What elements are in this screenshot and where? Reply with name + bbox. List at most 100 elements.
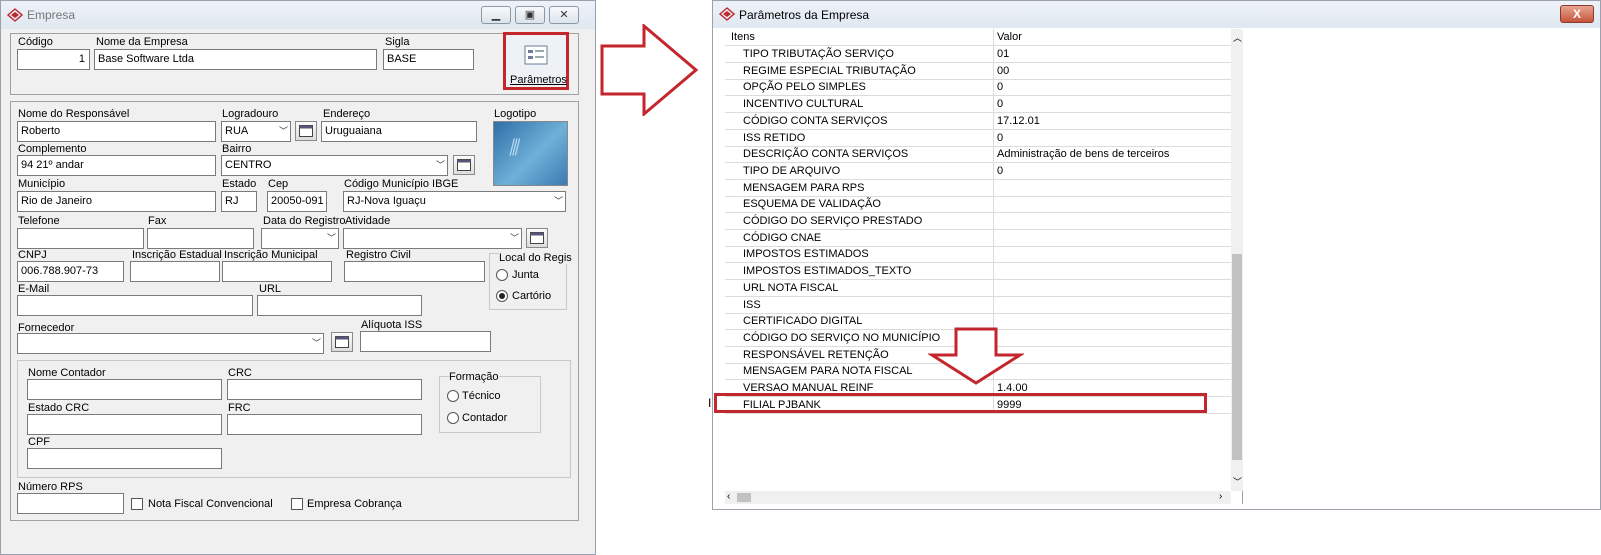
frc-field[interactable] <box>227 414 422 435</box>
contador-radio[interactable] <box>447 412 459 424</box>
row-value[interactable]: 0 <box>997 130 1229 146</box>
crc-field[interactable] <box>227 379 422 400</box>
logradouro-select[interactable]: RUA ﹀ <box>221 121 291 142</box>
cnpj-field[interactable]: 006.788.907-73 <box>17 261 124 282</box>
aliquota-iss-field[interactable] <box>360 331 491 352</box>
nome-empresa-field[interactable]: Base Software Ltda <box>94 49 377 70</box>
chevron-up-icon[interactable]: ︿ <box>1233 31 1242 44</box>
table-row[interactable]: MENSAGEM PARA RPS <box>725 179 1231 197</box>
table-row[interactable]: REGIME ESPECIAL TRIBUTAÇÃO 00 <box>725 62 1231 80</box>
row-item: MENSAGEM PARA RPS <box>743 181 865 194</box>
fornecedor-lookup-button[interactable] <box>331 332 353 352</box>
row-value[interactable]: Administração de bens de terceiros <box>997 146 1229 162</box>
data-registro-label: Data do Registro <box>263 215 346 227</box>
bairro-lookup-button[interactable] <box>453 155 475 175</box>
table-row[interactable]: ISS <box>725 296 1231 314</box>
close-icon: ✕ <box>559 9 569 21</box>
complemento-label: Complemento <box>18 143 87 155</box>
chevron-right-icon[interactable]: › <box>1219 491 1222 502</box>
registro-civil-label: Registro Civil <box>346 249 411 261</box>
inscricao-municipal-field[interactable] <box>222 261 332 282</box>
nome-contador-field[interactable] <box>27 379 222 400</box>
cep-label: Cep <box>268 178 289 190</box>
cartorio-radio[interactable] <box>496 290 508 302</box>
row-value[interactable]: 17.12.01 <box>997 113 1229 129</box>
empresa-cobranca-checkbox[interactable] <box>291 498 303 510</box>
fax-field[interactable] <box>147 228 254 249</box>
estado-crc-field[interactable] <box>27 414 222 435</box>
logradouro-value: RUA <box>225 125 249 137</box>
table-row[interactable]: CÓDIGO CONTA SERVIÇOS 17.12.01 <box>725 112 1231 130</box>
url-field[interactable] <box>257 295 422 316</box>
table-row[interactable]: CÓDIGO DO SERVIÇO PRESTADO <box>725 213 1231 230</box>
fornecedor-select[interactable]: ﹀ <box>17 333 324 354</box>
grid-header: Itens Valor <box>725 29 1231 46</box>
table-row[interactable]: DESCRIÇÃO CONTA SERVIÇOS Administração de… <box>725 146 1231 164</box>
atividade-select[interactable]: ﹀ <box>343 228 522 249</box>
col-separator <box>993 29 994 45</box>
nome-empresa-label: Nome da Empresa <box>96 36 188 48</box>
municipio-field[interactable]: Rio de Janeiro <box>17 191 216 212</box>
cpf-label: CPF <box>28 436 50 448</box>
numero-rps-field[interactable] <box>17 493 124 514</box>
table-row[interactable]: ISS RETIDO 0 <box>725 129 1231 147</box>
responsavel-field[interactable]: Roberto <box>17 121 216 142</box>
junta-radio[interactable] <box>496 269 508 281</box>
logo-mark: ⦀ <box>508 136 518 161</box>
telefone-field[interactable] <box>17 228 144 249</box>
app-logo-icon <box>719 7 735 21</box>
row-value[interactable]: 01 <box>997 46 1229 62</box>
row-value[interactable]: 00 <box>997 63 1229 79</box>
row-item: IMPOSTOS ESTIMADOS <box>743 248 869 261</box>
logradouro-lookup-button[interactable] <box>295 121 317 141</box>
horizontal-scroll-thumb[interactable] <box>737 493 751 502</box>
estado-field[interactable]: RJ <box>221 191 257 212</box>
window-title: Empresa <box>27 8 76 22</box>
row-value[interactable]: 0 <box>997 163 1229 179</box>
cep-field[interactable]: 20050-091 <box>267 191 327 212</box>
complemento-field[interactable]: 94 21º andar <box>17 155 216 176</box>
atividade-lookup-button[interactable] <box>526 228 548 248</box>
minimize-button[interactable]: ▁ <box>481 6 511 24</box>
sigla-label: Sigla <box>385 36 410 48</box>
codigo-label: Código <box>18 36 53 48</box>
table-row[interactable]: URL NOTA FISCAL <box>725 279 1231 297</box>
tecnico-radio[interactable] <box>447 390 459 402</box>
nota-fiscal-checkbox[interactable] <box>131 498 143 510</box>
endereco-field[interactable]: Uruguaiana <box>321 121 477 142</box>
table-row[interactable]: TIPO DE ARQUIVO 0 <box>725 162 1231 180</box>
table-row[interactable]: CÓDIGO CNAE <box>725 229 1231 247</box>
atividade-label: Atividade <box>345 215 391 227</box>
data-registro-field[interactable]: ﹀ <box>261 228 339 249</box>
close-button[interactable]: ✕ <box>549 6 579 24</box>
chevron-left-icon[interactable]: ‹ <box>727 491 730 502</box>
row-value[interactable]: 0 <box>997 96 1229 112</box>
parametros-button[interactable]: Parâmetros <box>503 32 569 90</box>
chevron-down-icon[interactable]: ﹀ <box>1233 475 1242 488</box>
close-button[interactable]: X <box>1560 5 1594 23</box>
lookup-icon <box>335 336 349 348</box>
horizontal-scrollbar[interactable]: ‹ › <box>725 491 1231 504</box>
bairro-select[interactable]: CENTRO ﹀ <box>221 155 448 176</box>
table-row[interactable]: OPÇÃO PELO SIMPLES 0 <box>725 79 1231 97</box>
table-row[interactable]: IMPOSTOS ESTIMADOS <box>725 246 1231 264</box>
table-row[interactable]: IMPOSTOS ESTIMADOS_TEXTO <box>725 263 1231 281</box>
col-separator <box>993 246 994 263</box>
vertical-scrollbar[interactable]: ︿ ﹀ <box>1231 29 1243 491</box>
table-row[interactable]: TIPO TRIBUTAÇÃO SERVIÇO 01 <box>725 46 1231 63</box>
inscricao-estadual-label: Inscrição Estadual <box>132 249 222 261</box>
table-row[interactable]: INCENTIVO CULTURAL 0 <box>725 96 1231 114</box>
email-label: E-Mail <box>18 283 50 295</box>
cpf-field[interactable] <box>27 448 222 469</box>
row-value[interactable]: 0 <box>997 79 1229 95</box>
codigo-field[interactable]: 1 <box>17 49 90 70</box>
sigla-field[interactable]: BASE <box>383 49 474 70</box>
logotipo-image[interactable]: ⦀ <box>493 121 568 186</box>
email-field[interactable] <box>17 295 253 316</box>
maximize-button[interactable]: ▣ <box>515 6 545 24</box>
registro-civil-field[interactable] <box>344 261 485 282</box>
table-row[interactable]: ESQUEMA DE VALIDAÇÃO <box>725 196 1231 214</box>
codigo-ibge-select[interactable]: RJ-Nova Iguaçu ﹀ <box>343 191 566 212</box>
inscricao-estadual-field[interactable] <box>130 261 220 282</box>
vertical-scroll-thumb[interactable] <box>1232 254 1242 460</box>
